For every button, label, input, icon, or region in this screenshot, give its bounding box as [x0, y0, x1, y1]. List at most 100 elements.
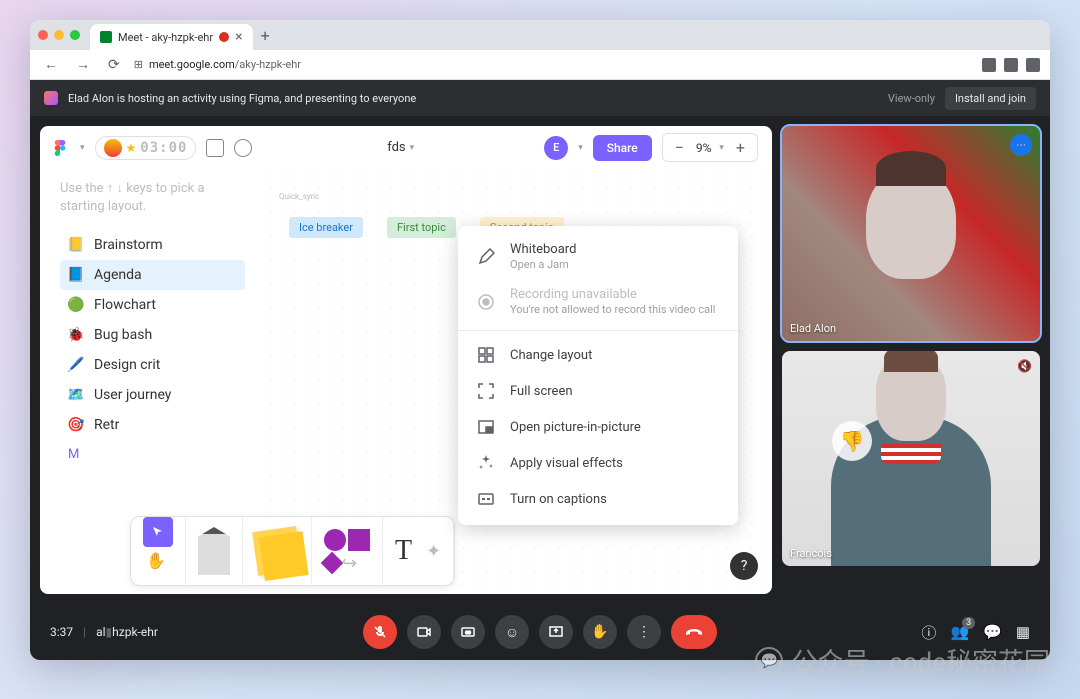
- site-settings-icon[interactable]: ⊞: [134, 58, 143, 71]
- comment-tool-icon[interactable]: [234, 139, 252, 157]
- cursor-tool-button[interactable]: [143, 517, 173, 547]
- menu-separator: [458, 330, 738, 331]
- address-bar[interactable]: ⊞ meet.google.com/aky-hzpk-ehr: [134, 58, 972, 71]
- view-only-label: View-only: [888, 92, 935, 105]
- menu-visual-effects[interactable]: Apply visual effects: [458, 445, 738, 481]
- nav-forward-button[interactable]: →: [72, 54, 94, 75]
- menu-captions[interactable]: Turn on captions: [458, 481, 738, 517]
- browser-tab-strip: Meet - aky-hzpk-ehr × +: [30, 20, 1050, 50]
- nav-back-button[interactable]: ←: [40, 54, 62, 75]
- chevron-down-icon[interactable]: ▾: [578, 143, 583, 153]
- template-design-crit[interactable]: 🖊️Design crit: [60, 350, 245, 380]
- sparkle-icon: [476, 453, 496, 473]
- activity-banner: Elad Alon is hosting an activity using F…: [30, 80, 1050, 116]
- people-button[interactable]: 👥3: [950, 623, 969, 641]
- topic-tag[interactable]: Ice breaker: [289, 217, 363, 238]
- svg-text:cc: cc: [465, 630, 471, 636]
- tile-menu-button[interactable]: ⋯: [1010, 134, 1032, 156]
- target-icon: 🎯: [68, 417, 84, 433]
- record-icon: [476, 292, 496, 312]
- arrow-icon: ↪: [342, 553, 357, 574]
- extension-icon[interactable]: [982, 58, 996, 72]
- help-button[interactable]: ?: [730, 552, 758, 580]
- figma-logo-icon[interactable]: [54, 140, 70, 156]
- extension-icon[interactable]: [1026, 58, 1040, 72]
- install-and-join-button[interactable]: Install and join: [945, 87, 1036, 110]
- menu-change-layout[interactable]: Change layout: [458, 337, 738, 373]
- template-bug-bash[interactable]: 🐞Bug bash: [60, 320, 245, 350]
- menu-full-screen[interactable]: Full screen: [458, 373, 738, 409]
- chat-button[interactable]: 💬: [983, 623, 1002, 641]
- reaction-thumbs-down-icon: 👎: [832, 421, 872, 461]
- pencil-icon: [476, 247, 496, 267]
- layout-icon: [476, 345, 496, 365]
- document-name[interactable]: fds ▾: [387, 140, 414, 155]
- template-user-journey[interactable]: 🗺️User journey: [60, 380, 245, 410]
- pencil-tool-button[interactable]: [198, 527, 230, 575]
- topic-tag[interactable]: First topic: [387, 217, 456, 238]
- microphone-button[interactable]: [363, 615, 397, 649]
- video-feed: [782, 126, 1040, 341]
- template-flowchart[interactable]: 🟢Flowchart: [60, 290, 245, 320]
- bug-icon: 🐞: [68, 327, 84, 343]
- meeting-info-button[interactable]: ⓘ: [921, 622, 936, 643]
- menu-recording: Recording unavailableYou're not allowed …: [458, 279, 738, 324]
- chevron-down-icon[interactable]: ▾: [719, 143, 724, 153]
- more-options-button[interactable]: ⋮: [627, 615, 661, 649]
- frame-tool-icon[interactable]: [206, 139, 224, 157]
- participant-name: Francois: [790, 547, 832, 560]
- template-agenda[interactable]: 📘Agenda: [60, 260, 245, 290]
- template-brainstorm[interactable]: 📒Brainstorm: [60, 230, 245, 260]
- reactions-button[interactable]: ☺: [495, 615, 529, 649]
- text-tool-button[interactable]: T: [395, 535, 412, 567]
- activities-button[interactable]: ▦: [1016, 623, 1030, 641]
- nav-reload-button[interactable]: ⟳: [104, 55, 124, 75]
- share-button[interactable]: Share: [593, 135, 652, 161]
- participant-name: Elad Alon: [790, 322, 836, 335]
- diamond-icon: [321, 552, 344, 575]
- window-minimize-icon[interactable]: [54, 30, 64, 40]
- browser-tab[interactable]: Meet - aky-hzpk-ehr ×: [90, 24, 253, 50]
- zoom-in-button[interactable]: +: [732, 138, 749, 157]
- zoom-value[interactable]: 9%: [696, 141, 712, 155]
- menu-whiteboard[interactable]: WhiteboardOpen a Jam: [458, 234, 738, 279]
- tab-close-button[interactable]: ×: [235, 29, 242, 45]
- new-tab-button[interactable]: +: [261, 26, 270, 45]
- captions-button[interactable]: cc: [451, 615, 485, 649]
- leave-call-button[interactable]: [671, 615, 717, 649]
- flowchart-icon: 🟢: [68, 297, 84, 313]
- participant-tile[interactable]: 👎 🔇 Francois: [782, 351, 1040, 566]
- menu-pip[interactable]: Open picture-in-picture: [458, 409, 738, 445]
- camera-button[interactable]: [407, 615, 441, 649]
- book-icon: 📘: [68, 267, 84, 283]
- pen-icon: 🖊️: [68, 357, 84, 373]
- template-retro[interactable]: 🎯Retr: [60, 410, 245, 440]
- map-icon: 🗺️: [68, 387, 84, 403]
- chevron-down-icon[interactable]: ▾: [80, 143, 85, 153]
- square-icon: [348, 529, 370, 551]
- more-templates-link[interactable]: M: [60, 440, 245, 469]
- participant-tile[interactable]: ⋯ Elad Alon: [782, 126, 1040, 341]
- pip-icon: [476, 417, 496, 437]
- zoom-out-button[interactable]: −: [671, 138, 688, 157]
- presentation-area: ▾ ★ 03:00 fds ▾ E ▾ Share: [40, 126, 772, 594]
- shapes-tool-button[interactable]: ↪: [324, 529, 370, 574]
- note-icon: 📒: [68, 237, 84, 253]
- banner-text: Elad Alon is hosting an activity using F…: [68, 92, 416, 105]
- recording-indicator-icon: [219, 32, 229, 42]
- user-avatar[interactable]: E: [544, 136, 568, 160]
- chevron-down-icon: ▾: [410, 143, 415, 153]
- present-button[interactable]: [539, 615, 573, 649]
- timer-value: 03:00: [140, 140, 187, 156]
- window-close-icon[interactable]: [38, 30, 48, 40]
- sticky-note-tool-button[interactable]: [252, 526, 302, 576]
- raise-hand-button[interactable]: ✋: [583, 615, 617, 649]
- canvas-label: Quick_sync: [279, 192, 319, 201]
- star-icon: ★: [126, 141, 137, 155]
- hand-tool-button[interactable]: ✋: [146, 551, 170, 575]
- captions-icon: [476, 489, 496, 509]
- timer-widget[interactable]: ★ 03:00: [95, 136, 197, 160]
- extension-icon[interactable]: [1004, 58, 1018, 72]
- window-maximize-icon[interactable]: [70, 30, 80, 40]
- sparkle-tool-button[interactable]: ✦: [426, 541, 441, 562]
